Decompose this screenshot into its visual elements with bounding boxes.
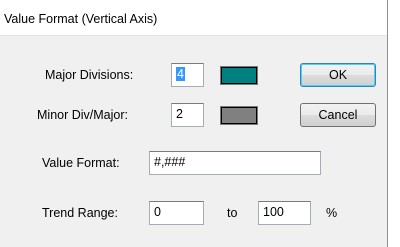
trend-range-from-value: 0	[154, 205, 161, 219]
value-format-input[interactable]: #,###	[149, 151, 321, 175]
major-divisions-color-swatch[interactable]	[220, 66, 258, 85]
minor-div-major-color-swatch[interactable]	[220, 106, 258, 125]
minor-div-major-input[interactable]: 2	[171, 103, 204, 127]
minor-div-major-label: Minor Div/Major:	[37, 108, 128, 122]
dialog-title: Value Format (Vertical Axis)	[4, 12, 158, 26]
trend-range-label: Trend Range:	[42, 206, 118, 220]
minor-div-major-value: 2	[176, 107, 183, 121]
trend-range-to-value: 100	[263, 205, 284, 219]
cancel-button[interactable]: Cancel	[300, 103, 376, 127]
trend-range-to-input[interactable]: 100	[258, 201, 311, 225]
window-edge	[388, 0, 400, 247]
title-bar: Value Format (Vertical Axis)	[0, 0, 387, 36]
trend-range-unit-label: %	[326, 206, 338, 220]
value-format-value: #,###	[154, 155, 186, 169]
major-divisions-value: 4	[176, 67, 185, 81]
value-format-dialog: Value Format (Vertical Axis) Major Divis…	[0, 0, 388, 247]
major-divisions-input[interactable]: 4	[171, 63, 204, 87]
value-format-label: Value Format:	[42, 156, 120, 170]
trend-range-to-label: to	[227, 206, 238, 220]
ok-button[interactable]: OK	[300, 63, 376, 87]
major-divisions-label: Major Divisions:	[45, 68, 134, 82]
trend-range-from-input[interactable]: 0	[149, 201, 204, 225]
